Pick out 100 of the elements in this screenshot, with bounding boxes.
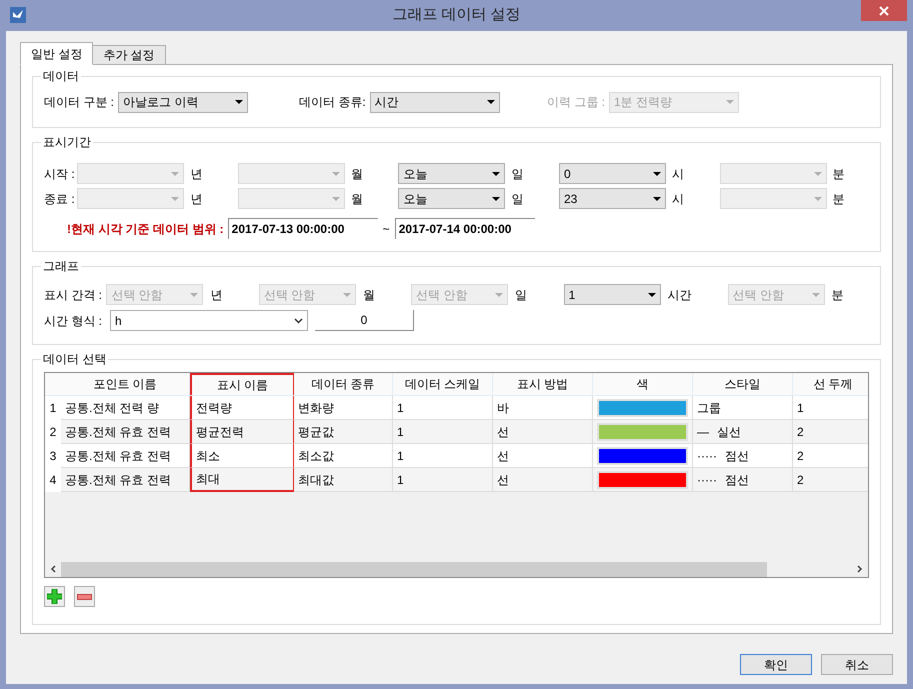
table-cell-text: 최대값 [298,472,334,488]
tab[interactable]: 일반 설정 [20,42,94,65]
unit-label: 시 [672,166,684,182]
caret-icon [814,196,822,200]
group-title: 데이터 선택 [41,351,108,367]
caret-icon [332,172,340,176]
caret-icon [812,292,820,296]
dialog-button[interactable]: 취소 [821,654,893,675]
unit-label: 월 [350,190,363,208]
group-title: 그래프 [41,258,81,274]
table-cell-text: 2 [797,472,804,488]
table-cell-text: 최소값 [298,448,334,464]
dropdown[interactable]: 시간 [370,92,500,112]
dialog-button[interactable]: 확인 [740,654,812,675]
line-style-mark: — [697,424,709,440]
unit-label: 분 [832,190,844,208]
table-cell-text: 1 [397,472,404,488]
caret-icon [492,196,500,200]
table-cell-text: 1 [797,400,804,416]
unit-label: 일 [511,190,524,208]
table-cell-text: 선 [497,472,509,488]
range-start-field: 2017-07-13 00:00:00 [228,218,378,239]
unit-label: 일 [515,286,528,304]
table-cell-text: 최대 [196,471,220,488]
color-cell[interactable] [593,420,693,444]
unit-label: 일 [511,166,524,182]
offset-field[interactable]: 0 [315,310,414,331]
dropdown[interactable]: 23 [558,188,666,209]
field-label: 데이터 구분 : [44,94,114,111]
group-title: 표시기간 [41,134,93,150]
caret-icon [726,100,734,104]
color-cell[interactable] [593,444,693,468]
caret-icon [492,172,500,176]
field-label: 표시 간격 : [44,286,104,304]
column-header[interactable]: 표시 방법 [493,373,593,395]
scroll-thumb[interactable] [61,562,767,576]
app-icon [10,7,26,23]
column-header[interactable]: 선 두께 [793,373,868,395]
field-label: 데이터 종류: [299,94,366,111]
unit-label: 시 [672,190,684,208]
dropdown[interactable]: 오늘 [398,188,506,209]
unit-label: 분 [832,166,844,182]
dropdown[interactable]: 0 [558,163,666,184]
group-title: 데이터 [41,68,81,84]
table-cell-text: 변화량 [298,400,334,416]
table-cell-text: 2 [797,448,804,464]
close-button[interactable] [861,0,907,21]
add-button[interactable] [44,586,65,607]
dropdown[interactable]: 오늘 [398,163,506,184]
caret-icon [495,292,504,296]
caret-icon [342,292,351,296]
caret-icon [652,196,661,200]
field-label: 종료 : [44,190,76,208]
caret-icon [332,196,340,200]
color-cell[interactable] [593,468,693,492]
column-header[interactable]: 포인트 이름 [61,373,190,395]
caret-icon [171,196,180,200]
time-format-dropdown[interactable]: h [110,310,308,331]
table-cell-text: 점선 [724,448,749,464]
table-cell-text: 최소 [196,448,220,464]
column-header[interactable]: 데이터 스케일 [393,373,493,395]
remove-button[interactable] [74,586,95,607]
caret-icon [190,292,198,296]
caret-icon [648,292,656,296]
column-header[interactable]: 스타일 [693,373,793,395]
tab[interactable]: 추가 설정 [92,45,166,65]
table-cell-text: 선 [497,448,509,464]
table-cell-text: 1 [397,400,404,416]
row-number: 2 [45,420,61,444]
color-cell[interactable] [593,396,693,420]
unit-label: 월 [350,166,363,182]
caret-icon [652,172,661,176]
plus-icon [47,589,62,604]
table-cell-text: 바 [497,400,509,416]
field-label: 시작 : [44,166,76,182]
field-label: 시간 형식 : [44,312,104,330]
range-end-field: 2017-07-14 00:00:00 [394,218,535,239]
dropdown[interactable]: 아날로그 이력 [118,92,248,112]
table-cell-text: 공통.전체 유효 전력 [65,424,172,440]
range-label: !현재 시각 기준 데이터 범위 : [67,220,224,238]
column-header[interactable]: 데이터 종류 [294,373,393,395]
unit-label: 년 [210,286,222,304]
minus-icon [77,594,92,600]
unit-label: 년 [190,190,202,208]
range-separator: ~ [382,220,390,238]
table-cell-text: 그룹 [697,400,721,416]
row-number: 4 [45,468,61,492]
scroll-right-icon [857,565,863,573]
table-cell-text: 공통.전체 유효 전력 [65,472,172,488]
dropdown[interactable]: 1 [564,284,661,305]
field-label: 이력 그룹 : [547,94,606,111]
caret-icon [235,100,244,104]
unit-label: 년 [190,166,202,182]
close-icon [879,6,889,16]
table-cell-text: 점선 [724,472,749,488]
table-cell-text: 2 [797,424,804,440]
line-style-mark: ····· [697,472,717,488]
column-header[interactable]: 색 [593,373,693,395]
table-cell-text: 실선 [717,424,741,440]
scroll-left-icon [50,565,56,573]
